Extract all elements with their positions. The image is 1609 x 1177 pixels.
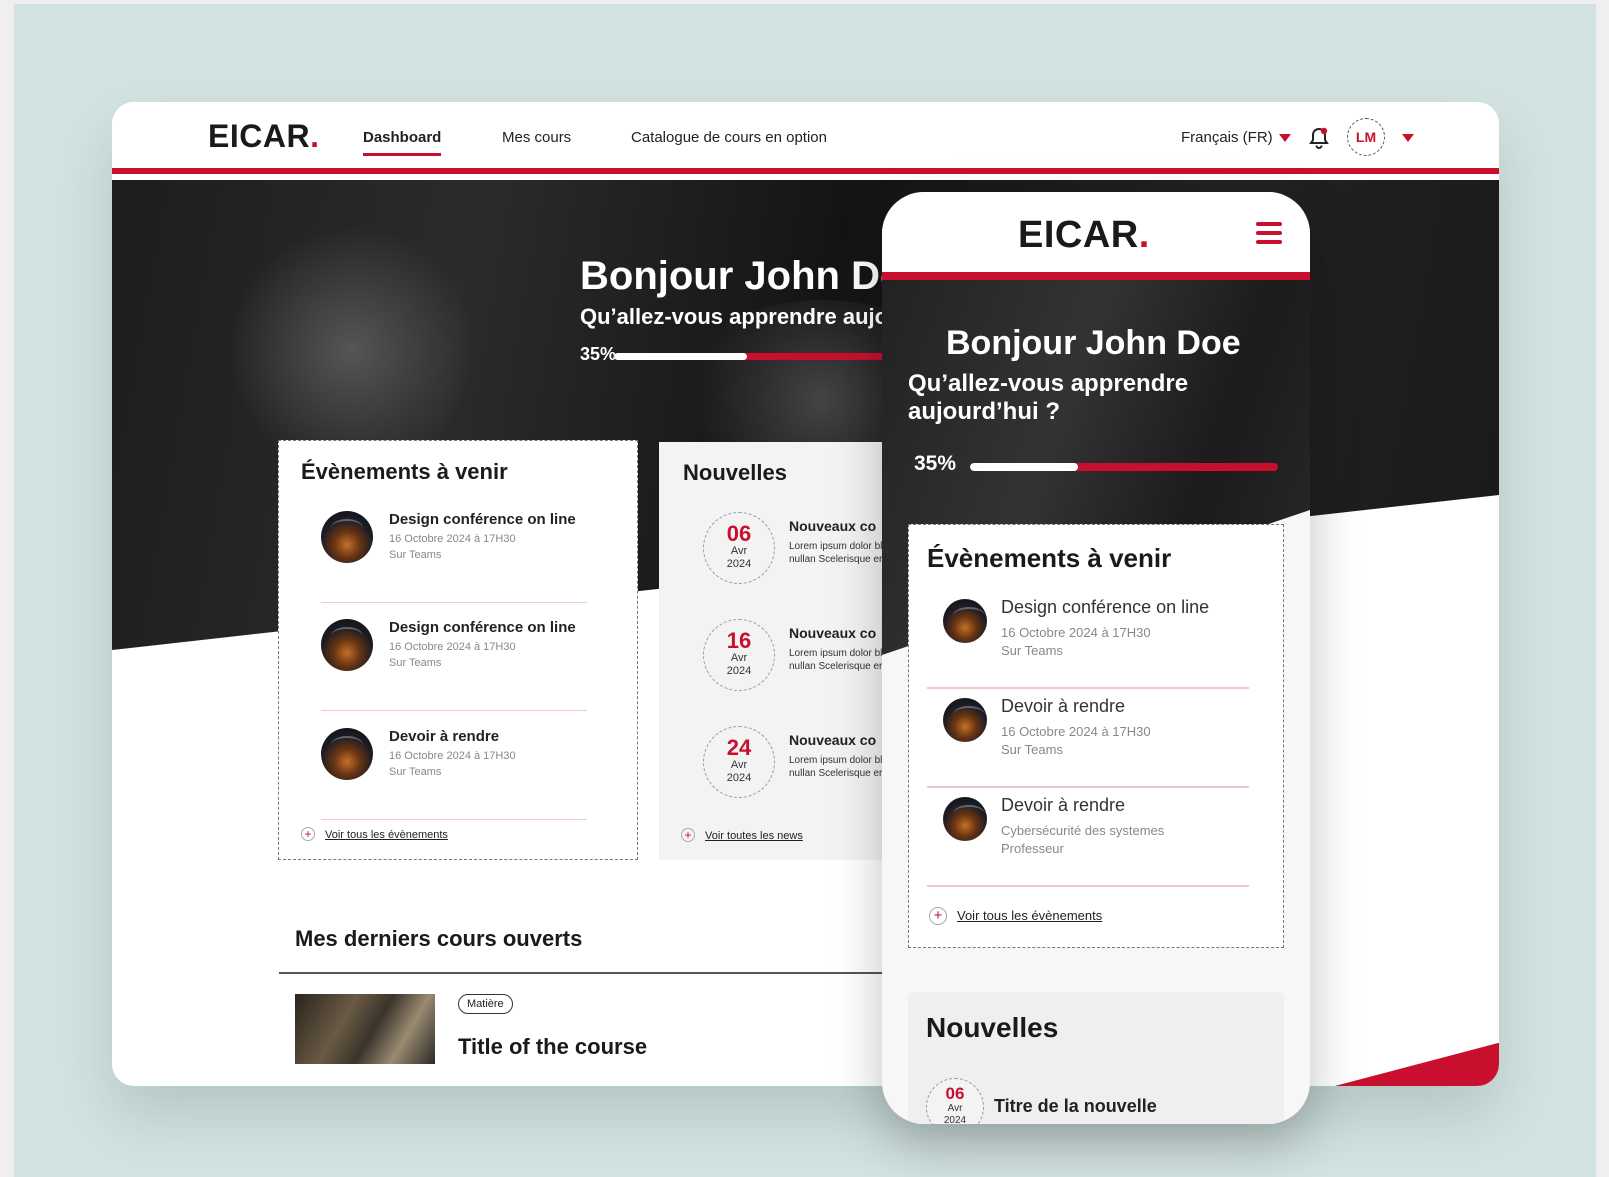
progress-fill: [614, 353, 747, 360]
plus-icon[interactable]: +: [301, 827, 315, 841]
news-day: 06: [945, 1084, 965, 1103]
course-title[interactable]: Title of the course: [458, 1034, 647, 1060]
mobile-news-title: Nouvelles: [926, 1012, 1059, 1043]
news-date-badge: 24 Avr 2024: [703, 726, 775, 798]
chevron-down-icon: [1278, 134, 1291, 143]
recent-courses-title: Mes derniers cours ouverts: [295, 926, 583, 951]
events-title: Évènements à venir: [301, 459, 508, 484]
event-thumbnail: [943, 698, 987, 742]
news-year: 2024: [726, 558, 752, 570]
plus-icon[interactable]: +: [929, 907, 947, 925]
menu-icon[interactable]: [1256, 222, 1282, 244]
divider: [279, 972, 899, 974]
news-month: Avr: [947, 1103, 963, 1114]
news-day: 24: [726, 735, 752, 760]
hero-greeting: Bonjour John Doe: [580, 254, 927, 298]
event-thumbnail: [321, 511, 373, 563]
event-title: Design conférence on line: [389, 619, 576, 636]
nav-dashboard[interactable]: Dashboard: [363, 129, 442, 156]
event-item[interactable]: Design conférence on line 16 Octobre 202…: [321, 511, 587, 603]
event-thumbnail: [321, 619, 373, 671]
bell-icon[interactable]: [1308, 126, 1330, 150]
events-card: Évènements à venir Design conférence on …: [278, 440, 638, 860]
mobile-header: EICAR.: [882, 192, 1310, 280]
progress-label: 35%: [580, 344, 617, 364]
top-navigation: EICAR. Dashboard Mes cours Catalogue de …: [112, 102, 1499, 174]
event-line1: 16 Octobre 2024 à 17H30: [1001, 724, 1151, 739]
news-item-title: Nouveaux co: [789, 518, 877, 534]
event-line2: Sur Teams: [1001, 742, 1063, 757]
mobile-progress-bar: [970, 463, 1278, 471]
mockup-background: EICAR. Dashboard Mes cours Catalogue de …: [14, 4, 1596, 1177]
plus-icon[interactable]: +: [681, 828, 695, 842]
language-label: Français (FR): [1181, 129, 1273, 146]
mobile-events-card: Évènements à venir Design conférence on …: [908, 524, 1284, 948]
news-year: 2024: [943, 1115, 967, 1124]
language-selector[interactable]: Français (FR): [1181, 129, 1291, 146]
mobile-progress-fill: [970, 463, 1078, 471]
event-line1: Cybersécurité des systemes: [1001, 823, 1165, 838]
event-title: Design conférence on line: [1001, 597, 1210, 617]
event-title: Design conférence on line: [389, 511, 576, 528]
mobile-event-item[interactable]: Devoir à rendre Cybersécurité des system…: [927, 787, 1249, 887]
event-thumbnail: [321, 728, 373, 780]
user-avatar[interactable]: LM: [1347, 118, 1385, 156]
news-item-title: Nouveaux co: [789, 732, 877, 748]
eicar-logo[interactable]: EICAR.: [208, 118, 319, 155]
mobile-screen: EICAR. Bonjour John Doe Qu’allez-vous ap…: [882, 192, 1310, 1124]
event-place: Sur Teams: [389, 549, 442, 561]
news-year: 2024: [726, 665, 752, 677]
news-month: Avr: [730, 545, 748, 557]
nav-mes-cours[interactable]: Mes cours: [502, 129, 571, 146]
news-date-badge: 06 Avr 2024: [703, 512, 775, 584]
event-title: Devoir à rendre: [1001, 795, 1126, 815]
event-thumbnail: [943, 797, 987, 841]
mobile-events-title: Évènements à venir: [927, 543, 1172, 573]
mobile-question: Qu’allez-vous apprendre aujourd’hui ?: [908, 370, 1189, 425]
event-line2: Professeur: [1001, 841, 1064, 856]
mobile-progress-label: 35%: [914, 452, 957, 475]
news-date-badge: 16 Avr 2024: [703, 619, 775, 691]
news-date-badge: 06 Avr 2024: [926, 1078, 984, 1124]
event-item[interactable]: Devoir à rendre 16 Octobre 2024 à 17H30 …: [321, 728, 587, 820]
news-item-title: Nouveaux co: [789, 625, 877, 641]
event-date: 16 Octobre 2024 à 17H30: [389, 641, 516, 653]
event-place: Sur Teams: [389, 657, 442, 669]
news-day: 16: [726, 628, 752, 653]
mobile-event-item[interactable]: Design conférence on line 16 Octobre 202…: [927, 589, 1249, 689]
event-title: Devoir à rendre: [1001, 696, 1126, 716]
event-line2: Sur Teams: [1001, 643, 1063, 658]
nav-catalogue[interactable]: Catalogue de cours en option: [631, 129, 827, 146]
mobile-greeting: Bonjour John Doe: [946, 324, 1241, 362]
mobile-see-all-events-link[interactable]: Voir tous les évènements: [957, 908, 1102, 923]
event-item[interactable]: Design conférence on line 16 Octobre 202…: [321, 619, 587, 711]
decorative-corner: [1312, 1042, 1499, 1086]
event-date: 16 Octobre 2024 à 17H30: [389, 750, 516, 762]
news-title: Nouvelles: [683, 460, 787, 485]
event-place: Sur Teams: [389, 766, 442, 778]
event-line1: 16 Octobre 2024 à 17H30: [1001, 625, 1151, 640]
news-month: Avr: [730, 652, 748, 664]
chevron-down-icon[interactable]: [1402, 134, 1414, 142]
mobile-event-item[interactable]: Devoir à rendre 16 Octobre 2024 à 17H30 …: [927, 688, 1249, 788]
news-month: Avr: [730, 759, 748, 771]
see-all-events-link[interactable]: Voir tous les évènements: [325, 829, 448, 841]
course-thumbnail[interactable]: [295, 994, 435, 1064]
news-day: 06: [726, 521, 752, 546]
news-item-title[interactable]: Titre de la nouvelle: [994, 1096, 1157, 1117]
course-badge: Matière: [458, 994, 513, 1014]
eicar-logo[interactable]: EICAR.: [1018, 214, 1150, 257]
news-year: 2024: [726, 772, 752, 784]
mobile-news-card: Nouvelles 06 Avr 2024 Titre de la nouvel…: [908, 992, 1284, 1124]
event-date: 16 Octobre 2024 à 17H30: [389, 533, 516, 545]
event-thumbnail: [943, 599, 987, 643]
see-all-news-link[interactable]: Voir toutes les news: [705, 830, 803, 842]
event-title: Devoir à rendre: [389, 728, 500, 745]
